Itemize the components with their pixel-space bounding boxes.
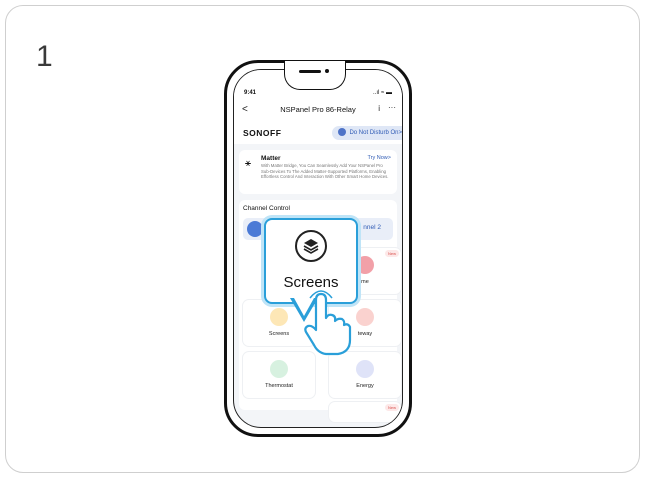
sonoff-logo: SONOFF: [243, 128, 282, 138]
moon-icon: [338, 128, 347, 137]
matter-description: With Matter Bridge, You Can Seamlessly A…: [261, 163, 389, 179]
signal-wifi-battery-icon: ..ıl ≈ ▬: [373, 90, 392, 96]
home-icon: [356, 256, 374, 274]
step-number: 1: [36, 40, 53, 73]
screens-icon: [270, 308, 288, 326]
screens-icon: [295, 230, 327, 262]
info-icon[interactable]: i: [378, 104, 380, 113]
matter-title: Matter: [261, 155, 281, 162]
matter-icon: ⚹: [245, 158, 251, 169]
nav-bar: < NSPanel Pro 86-Relay i ···: [234, 100, 402, 122]
new-badge: New: [384, 250, 399, 257]
phone-notch: [284, 61, 346, 90]
dnd-label: Do Not Disturb On>: [349, 130, 402, 136]
tile-label: Energy: [356, 383, 374, 389]
new-badge: New: [384, 404, 399, 411]
do-not-disturb-button[interactable]: Do Not Disturb On>: [332, 126, 402, 140]
try-now-link[interactable]: Try Now>: [368, 155, 391, 161]
channel1-power-button[interactable]: [247, 221, 263, 237]
energy-icon: [356, 360, 374, 378]
status-time: 9:41: [244, 90, 257, 96]
tile-label: Thermostat: [265, 383, 293, 389]
more-icon[interactable]: ···: [388, 103, 396, 112]
brand-row: SONOFF Do Not Disturb On>: [234, 122, 402, 144]
thermostat-icon: [270, 360, 288, 378]
callout-label: Screens: [283, 274, 339, 291]
gateway-icon: [356, 308, 374, 326]
channel-control-label: Channel Control: [243, 205, 290, 212]
tile-partial[interactable]: New: [329, 402, 401, 422]
channel2-label[interactable]: nnel 2: [363, 224, 381, 231]
tap-hand-icon: [304, 290, 352, 356]
matter-card[interactable]: ⚹ Matter Try Now> With Matter Bridge, Yo…: [239, 150, 397, 194]
page-title: NSPanel Pro 86-Relay: [280, 105, 356, 114]
